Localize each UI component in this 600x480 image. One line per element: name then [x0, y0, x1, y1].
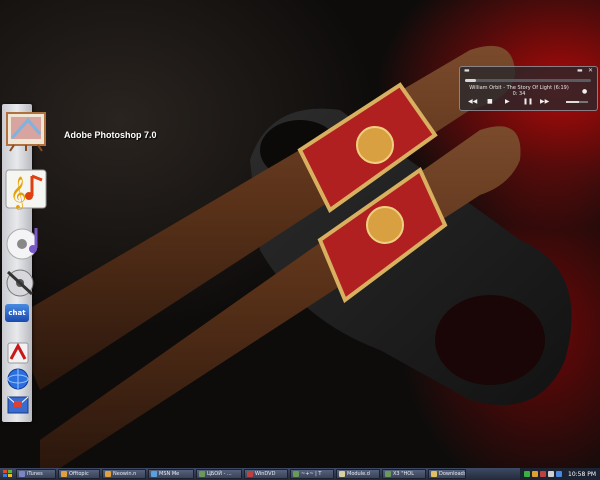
taskbar-item-label: ЦБОЙ - ... — [207, 471, 232, 477]
taskbar-app-icon — [431, 471, 437, 477]
taskbar-item[interactable]: ~+~ | T — [290, 469, 334, 479]
taskbar-app-icon — [199, 471, 205, 477]
tray-update-icon[interactable] — [556, 471, 562, 477]
taskbar-app-icon — [339, 471, 345, 477]
tray-network-icon[interactable] — [524, 471, 530, 477]
desktop: Adobe Photoshop 7.0 𝄞 chat ▬ ▬ ✕ William… — [0, 0, 600, 468]
svg-text:𝄞: 𝄞 — [10, 176, 27, 210]
taskbar-item-label: WinDVD — [255, 471, 276, 477]
tray-messenger-icon[interactable] — [532, 471, 538, 477]
taskbar-item-label: iTunes — [27, 471, 43, 477]
next-icon[interactable]: ▶▶ — [540, 98, 549, 106]
chat-icon[interactable]: chat — [5, 304, 29, 322]
start-button[interactable] — [0, 468, 16, 480]
mini-player: ▬ ▬ ✕ William Orbit - The Story Of Light… — [459, 66, 598, 111]
disc-tool-icon[interactable] — [4, 268, 36, 298]
taskbar-item[interactable]: Neowin.n — [102, 469, 146, 479]
taskbar-item-label: Neowin.n — [113, 471, 137, 477]
playback-progress[interactable] — [465, 79, 591, 82]
volume-fill — [566, 101, 580, 103]
taskbar-item-label: Downloads — [439, 471, 466, 477]
cd-audio-icon[interactable] — [4, 222, 48, 264]
shuffle-icon[interactable]: ● — [582, 88, 587, 96]
taskbar-app-icon — [385, 471, 391, 477]
mail-icon[interactable] — [5, 392, 31, 418]
volume-slider[interactable] — [566, 101, 588, 103]
taskbar: iTunes Offtopic Neowin.n MSN Me ЦБОЙ - ... Wi… — [0, 468, 600, 480]
pause-icon[interactable]: ❚❚ — [523, 98, 533, 106]
playback-progress-fill — [465, 79, 477, 82]
tray-volume-icon[interactable] — [548, 471, 554, 477]
stop-icon[interactable]: ■ — [487, 98, 493, 106]
close-icon[interactable]: ✕ — [588, 67, 593, 75]
taskbar-item[interactable]: WinDVD — [244, 469, 288, 479]
chat-icon-text: chat — [8, 309, 26, 317]
track-time: 0: 34 — [512, 91, 526, 97]
task-items: iTunes Offtopic Neowin.n MSN Me ЦБОЙ - ... Wi… — [16, 469, 468, 479]
player-menu-icon[interactable]: ▬ — [464, 67, 470, 75]
taskbar-item-label: Offtopic — [69, 471, 89, 477]
taskbar-item-label: X3 "HOL — [393, 471, 414, 477]
taskbar-item-label: ~+~ | T — [301, 471, 322, 477]
taskbar-app-icon — [151, 471, 157, 477]
taskbar-item[interactable]: Downloads — [428, 469, 466, 479]
acrobat-icon[interactable] — [5, 340, 31, 366]
play-icon[interactable]: ▶ — [505, 98, 510, 106]
taskbar-item[interactable]: iTunes — [16, 469, 56, 479]
taskbar-item[interactable]: MSN Me — [148, 469, 194, 479]
photoshop-label[interactable]: Adobe Photoshop 7.0 — [64, 130, 157, 140]
browser-globe-icon[interactable] — [5, 366, 31, 392]
player-titlebar[interactable]: ▬ ▬ ✕ — [460, 67, 597, 75]
taskbar-item[interactable]: Offtopic — [58, 469, 100, 479]
taskbar-app-icon — [61, 471, 67, 477]
taskbar-item[interactable]: Module.d — [336, 469, 380, 479]
photoshop-icon[interactable] — [4, 110, 48, 152]
taskbar-item-label: MSN Me — [159, 471, 180, 477]
taskbar-app-icon — [105, 471, 111, 477]
minimize-icon[interactable]: ▬ — [577, 67, 583, 75]
taskbar-item[interactable]: X3 "HOL — [382, 469, 426, 479]
music-notation-icon[interactable]: 𝄞 — [4, 168, 48, 210]
previous-icon[interactable]: ◀◀ — [468, 98, 477, 106]
tray-antivirus-icon[interactable] — [540, 471, 546, 477]
taskbar-item[interactable]: ЦБОЙ - ... — [196, 469, 242, 479]
taskbar-app-icon — [247, 471, 253, 477]
clock[interactable]: 10:58 PM — [568, 471, 596, 478]
taskbar-app-icon — [19, 471, 25, 477]
taskbar-app-icon — [293, 471, 299, 477]
taskbar-item-label: Module.d — [347, 471, 370, 477]
system-tray: 10:58 PM — [520, 468, 600, 480]
